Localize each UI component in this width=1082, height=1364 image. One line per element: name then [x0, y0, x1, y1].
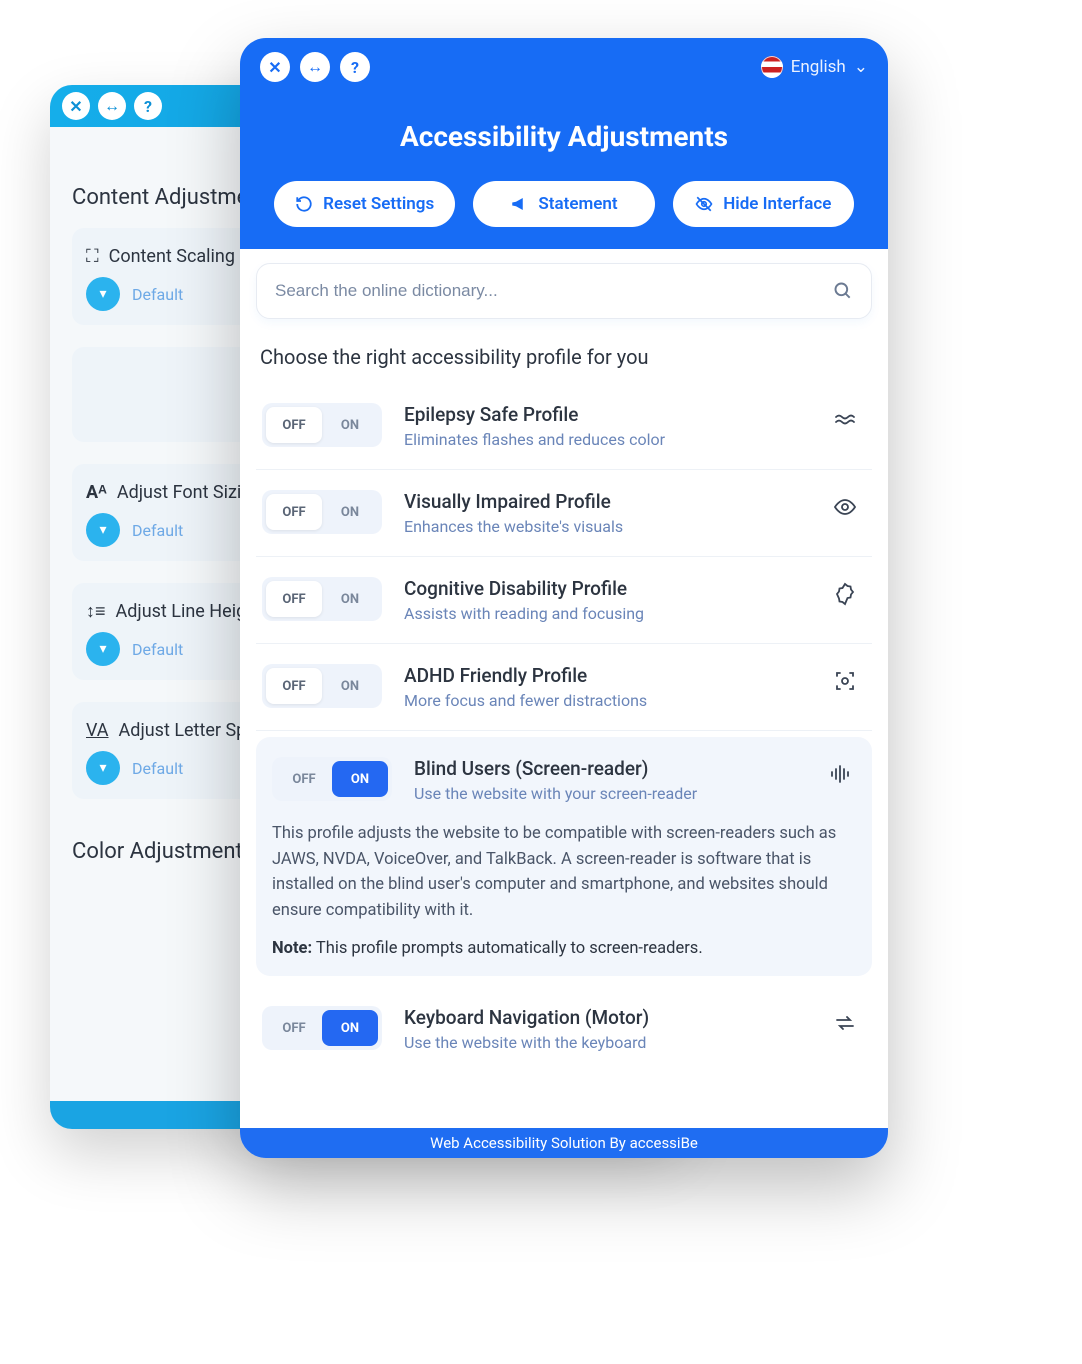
default-label: Default [132, 521, 183, 540]
toggle-on[interactable]: ON [322, 494, 378, 530]
default-label: Default [132, 759, 183, 778]
profile-title: Keyboard Navigation (Motor) [404, 1006, 806, 1029]
default-label: Default [132, 640, 183, 659]
language-label: English [791, 57, 846, 77]
target-icon [828, 664, 862, 698]
profile-subtitle: Use the website with your screen-reader [414, 784, 800, 803]
megaphone-icon [510, 195, 528, 213]
profile-row: OFF ON ADHD Friendly Profile More focus … [256, 644, 872, 731]
lineheight-icon: ↕≡ [86, 601, 106, 622]
toggle-off[interactable]: OFF [266, 668, 322, 704]
close-icon[interactable]: ✕ [260, 52, 290, 82]
statement-button[interactable]: Statement [473, 181, 654, 227]
profile-title: Cognitive Disability Profile [404, 577, 806, 600]
profile-subtitle: Enhances the website's visuals [404, 517, 806, 536]
toggle-off[interactable]: OFF [266, 494, 322, 530]
profile-toggle[interactable]: OFF ON [262, 577, 382, 621]
audio-icon [822, 757, 856, 791]
statement-label: Statement [538, 194, 617, 214]
hide-interface-button[interactable]: Hide Interface [673, 181, 854, 227]
profile-row: OFF ON Cognitive Disability Profile Assi… [256, 557, 872, 644]
eye-icon [828, 490, 862, 524]
profile-row: OFF ON Blind Users (Screen-reader) Use t… [272, 757, 856, 817]
profile-expanded: OFF ON Blind Users (Screen-reader) Use t… [256, 737, 872, 976]
profile-title: ADHD Friendly Profile [404, 664, 806, 687]
page-title: Accessibility Adjustments [260, 120, 868, 153]
profile-description: This profile adjusts the website to be c… [272, 821, 856, 923]
profile-subtitle: Use the website with the keyboard [404, 1033, 806, 1052]
refresh-icon [295, 195, 313, 213]
swap-icon [828, 1006, 862, 1040]
eye-off-icon [695, 195, 713, 213]
toggle-off[interactable]: OFF [266, 407, 322, 443]
toggle-off[interactable]: OFF [276, 761, 332, 797]
profile-subtitle: Eliminates flashes and reduces color [404, 430, 806, 449]
profile-toggle[interactable]: OFF ON [262, 403, 382, 447]
profile-note: Note: This profile prompts automatically… [272, 939, 856, 958]
panel-header: ✕ ↔ ? English ⌄ Accessibility Adjustment… [240, 38, 888, 249]
decrease-button[interactable] [86, 632, 120, 666]
profile-title: Visually Impaired Profile [404, 490, 806, 513]
help-icon[interactable]: ? [134, 92, 162, 120]
footer-credit: Web Accessibility Solution By accessiBe [240, 1128, 888, 1158]
flag-icon [761, 56, 783, 78]
close-icon[interactable]: ✕ [62, 92, 90, 120]
chevron-down-icon: ⌄ [854, 57, 868, 77]
search-input[interactable] [275, 281, 833, 301]
hide-label: Hide Interface [723, 194, 831, 214]
profile-toggle[interactable]: OFF ON [262, 664, 382, 708]
profile-title: Epilepsy Safe Profile [404, 403, 806, 426]
toggle-on[interactable]: ON [322, 668, 378, 704]
profile-title: Blind Users (Screen-reader) [414, 757, 800, 780]
profile-toggle[interactable]: OFF ON [262, 490, 382, 534]
accessibility-panel: ✕ ↔ ? English ⌄ Accessibility Adjustment… [240, 38, 888, 1158]
toggle-off[interactable]: OFF [266, 1010, 322, 1046]
move-icon[interactable]: ↔ [98, 92, 126, 120]
profile-row: OFF ON Epilepsy Safe Profile Eliminates … [256, 383, 872, 470]
profile-row: OFF ON Visually Impaired Profile Enhance… [256, 470, 872, 557]
profile-subtitle: Assists with reading and focusing [404, 604, 806, 623]
profile-row: OFF ON Keyboard Navigation (Motor) Use t… [256, 986, 872, 1072]
decrease-button[interactable] [86, 513, 120, 547]
toggle-on[interactable]: ON [322, 1010, 378, 1046]
fontsize-icon: Aᴬ [86, 482, 107, 503]
toggle-on[interactable]: ON [322, 407, 378, 443]
expand-icon: ⛶ [86, 246, 99, 267]
profile-subtitle: More focus and fewer distractions [404, 691, 806, 710]
toggle-on[interactable]: ON [322, 581, 378, 617]
content-scaling-label: Content Scaling [109, 246, 235, 267]
toggle-on[interactable]: ON [332, 761, 388, 797]
help-icon[interactable]: ? [340, 52, 370, 82]
decrease-button[interactable] [86, 277, 120, 311]
search-card [256, 263, 872, 319]
badge-icon [828, 577, 862, 611]
letterspacing-icon: VA [86, 720, 109, 741]
language-selector[interactable]: English ⌄ [761, 56, 868, 78]
toggle-off[interactable]: OFF [266, 581, 322, 617]
reset-label: Reset Settings [323, 194, 434, 214]
profiles-heading: Choose the right accessibility profile f… [260, 345, 868, 369]
decrease-button[interactable] [86, 751, 120, 785]
profile-toggle[interactable]: OFF ON [262, 1006, 382, 1050]
waves-icon [828, 403, 862, 437]
profile-toggle[interactable]: OFF ON [272, 757, 392, 801]
search-icon[interactable] [833, 281, 853, 301]
default-label: Default [132, 285, 183, 304]
reset-settings-button[interactable]: Reset Settings [274, 181, 455, 227]
move-icon[interactable]: ↔ [300, 52, 330, 82]
